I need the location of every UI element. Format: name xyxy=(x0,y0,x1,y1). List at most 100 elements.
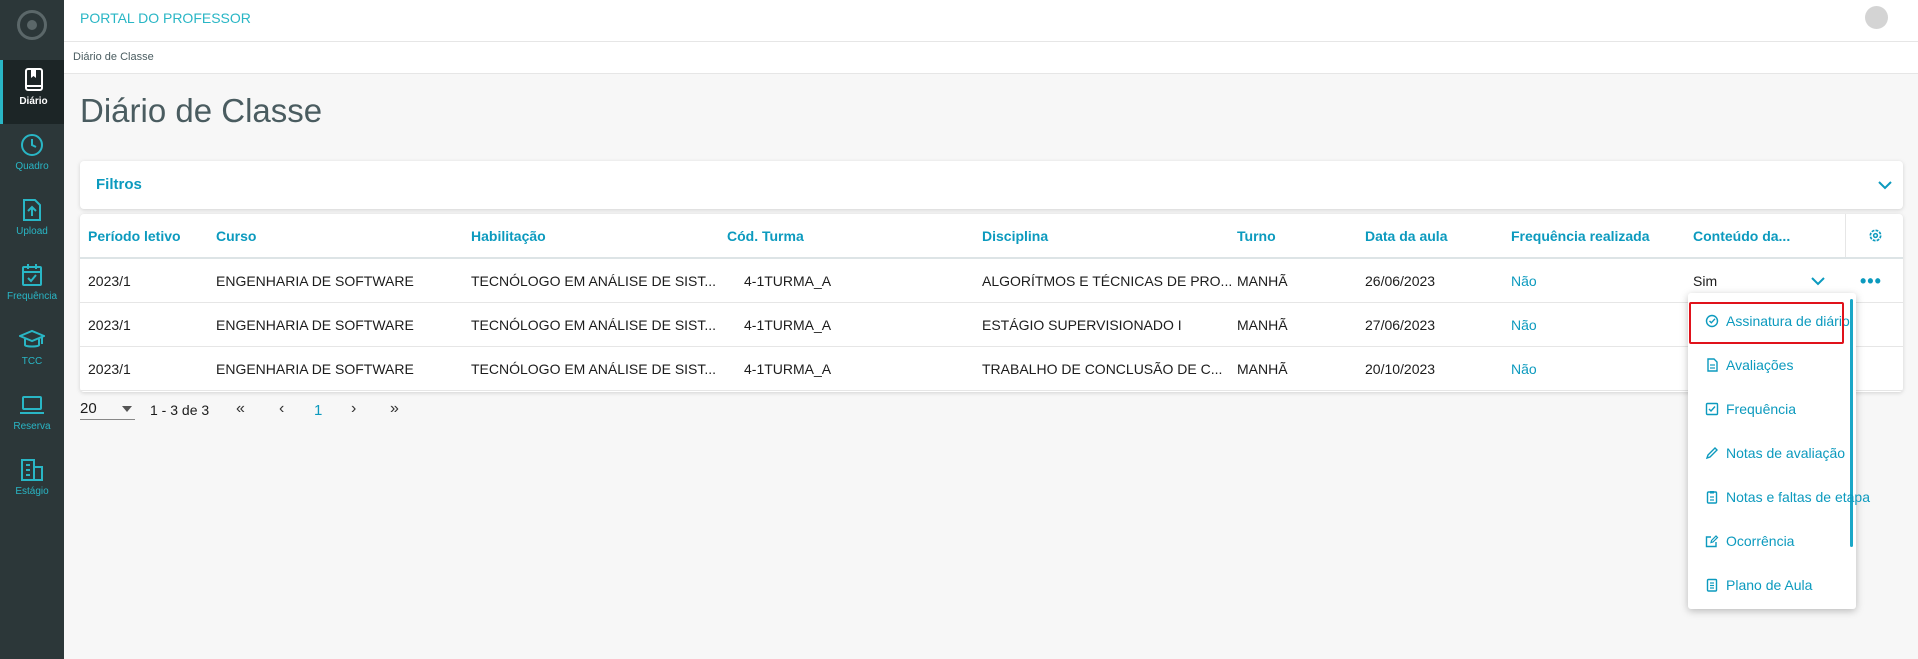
cell-turno: MANHÃ xyxy=(1237,317,1288,333)
laptop-icon xyxy=(20,396,44,414)
menu-item-notas-avaliacao[interactable]: Notas de avaliação xyxy=(1688,432,1856,476)
cell-curso: ENGENHARIA DE SOFTWARE xyxy=(216,273,414,289)
current-page[interactable]: 1 xyxy=(314,402,322,419)
cell-data: 27/06/2023 xyxy=(1365,317,1436,333)
cell-data: 20/10/2023 xyxy=(1365,361,1436,377)
cell-frequencia[interactable]: Não xyxy=(1511,361,1537,377)
cell-turno: MANHÃ xyxy=(1237,361,1288,377)
chevron-down-icon[interactable] xyxy=(1877,177,1893,193)
sidebar-item-label: Reserva xyxy=(13,421,51,432)
sidebar-item-quadro[interactable]: Quadro xyxy=(0,125,64,189)
cell-habilitacao: TECNÓLOGO EM ANÁLISE DE SIST... xyxy=(471,317,717,333)
graduation-cap-icon xyxy=(19,329,45,348)
table-row[interactable]: 2023/1 ENGENHARIA DE SOFTWARE TECNÓLOGO … xyxy=(80,303,1903,347)
menu-item-label: Ocorrência xyxy=(1726,533,1795,549)
sidebar-item-upload[interactable]: Upload xyxy=(0,190,64,254)
cell-turma: 4-1TURMA_A xyxy=(744,361,832,377)
checkbox-icon xyxy=(1705,402,1719,416)
gear-icon xyxy=(1869,229,1882,242)
column-header[interactable]: Curso xyxy=(216,228,256,244)
menu-item-label: Notas e faltas de etapa xyxy=(1726,489,1870,505)
menu-item-label: Notas de avaliação xyxy=(1726,445,1846,461)
book-icon xyxy=(24,68,43,91)
cell-curso: ENGENHARIA DE SOFTWARE xyxy=(216,361,414,377)
building-icon xyxy=(21,459,43,481)
cell-disciplina: ALGORÍTMOS E TÉCNICAS DE PRO... xyxy=(982,273,1233,289)
column-header[interactable]: Conteúdo da... xyxy=(1693,228,1790,244)
column-header[interactable]: Habilitação xyxy=(471,228,546,244)
page-size-select[interactable]: 20 xyxy=(80,400,135,420)
page-range: 1 - 3 de 3 xyxy=(150,402,210,418)
menu-item-label: Avaliações xyxy=(1726,357,1794,373)
caret-down-icon xyxy=(122,406,132,412)
list-icon xyxy=(1706,578,1718,592)
cell-turma: 4-1TURMA_A xyxy=(744,273,832,289)
filters-label: Filtros xyxy=(96,176,142,193)
upload-icon xyxy=(23,199,41,221)
column-header[interactable]: Turno xyxy=(1237,228,1276,244)
calendar-check-icon xyxy=(22,264,42,286)
sidebar-item-estagio[interactable]: Estágio xyxy=(0,450,64,514)
class-diary-table: Período letivo Curso Habilitação Cód. Tu… xyxy=(80,214,1903,392)
cell-habilitacao: TECNÓLOGO EM ANÁLISE DE SIST... xyxy=(471,273,717,289)
cell-periodo: 2023/1 xyxy=(88,317,131,333)
clipboard-icon xyxy=(1706,491,1718,504)
table-settings-button[interactable] xyxy=(1845,214,1903,257)
next-page-button[interactable]: › xyxy=(351,400,356,418)
cell-disciplina: ESTÁGIO SUPERVISIONADO I xyxy=(982,317,1182,333)
table-row[interactable]: 2023/1 ENGENHARIA DE SOFTWARE TECNÓLOGO … xyxy=(80,347,1903,391)
menu-item-frequencia[interactable]: Frequência xyxy=(1688,388,1856,432)
sidebar-item-frequencia[interactable]: Frequência xyxy=(0,255,64,319)
filters-panel[interactable]: Filtros xyxy=(80,161,1903,209)
page-size-value: 20 xyxy=(80,400,97,417)
avatar[interactable] xyxy=(1865,6,1888,29)
cell-frequencia[interactable]: Não xyxy=(1511,273,1537,289)
cell-turma: 4-1TURMA_A xyxy=(744,317,832,333)
sidebar-item-label: Quadro xyxy=(15,161,49,172)
menu-item-label: Frequência xyxy=(1726,401,1797,417)
sidebar-item-label: TCC xyxy=(21,356,43,367)
last-page-button[interactable]: » xyxy=(390,400,399,418)
breadcrumb[interactable]: Diário de Classe xyxy=(73,51,154,63)
cell-turno: MANHÃ xyxy=(1237,273,1288,289)
document-icon xyxy=(1707,358,1718,372)
menu-item-plano-aula[interactable]: Plano de Aula xyxy=(1688,564,1856,608)
column-header[interactable]: Data da aula xyxy=(1365,228,1447,244)
cell-habilitacao: TECNÓLOGO EM ANÁLISE DE SIST... xyxy=(471,361,717,377)
cell-periodo: 2023/1 xyxy=(88,273,131,289)
menu-item-avaliacoes[interactable]: Avaliações xyxy=(1688,344,1856,388)
sidebar-item-label: Frequência xyxy=(6,291,58,302)
page-title: Diário de Classe xyxy=(80,92,323,129)
table-row[interactable]: 2023/1 ENGENHARIA DE SOFTWARE TECNÓLOGO … xyxy=(80,259,1903,303)
sidebar-item-tcc[interactable]: TCC xyxy=(0,320,64,384)
first-page-button[interactable]: « xyxy=(236,400,245,418)
column-header[interactable]: Frequência realizada xyxy=(1511,228,1650,244)
sidebar-item-label: Estágio xyxy=(15,486,49,497)
cell-frequencia[interactable]: Não xyxy=(1511,317,1537,333)
logo-icon[interactable] xyxy=(17,10,47,40)
sidebar-item-label: Diário xyxy=(19,96,48,107)
sidebar: Diário Quadro Upload Frequência TCC Rese… xyxy=(0,0,64,659)
column-header[interactable]: Disciplina xyxy=(982,228,1048,244)
column-header[interactable]: Período letivo xyxy=(88,228,181,244)
cell-disciplina: TRABALHO DE CONCLUSÃO DE C... xyxy=(982,361,1223,377)
pencil-icon xyxy=(1705,447,1718,460)
menu-item-notas-faltas[interactable]: Notas e faltas de etapa xyxy=(1688,476,1870,520)
clock-icon xyxy=(21,134,43,156)
menu-item-label: Plano de Aula xyxy=(1726,577,1813,593)
edit-icon xyxy=(1705,535,1719,548)
app-title: PORTAL DO PROFESSOR xyxy=(80,10,251,26)
sidebar-item-label: Upload xyxy=(16,226,48,237)
table-header: Período letivo Curso Habilitação Cód. Tu… xyxy=(80,214,1903,259)
cell-data: 26/06/2023 xyxy=(1365,273,1436,289)
sidebar-item-reserva[interactable]: Reserva xyxy=(0,385,64,449)
sidebar-item-diario[interactable]: Diário xyxy=(0,60,64,124)
prev-page-button[interactable]: ‹ xyxy=(279,400,284,418)
breadcrumb-bar: Diário de Classe xyxy=(64,42,1918,74)
column-header[interactable]: Cód. Turma xyxy=(727,228,804,244)
more-actions-icon[interactable]: ••• xyxy=(1860,271,1882,292)
menu-item-ocorrencia[interactable]: Ocorrência xyxy=(1688,520,1856,564)
chevron-down-icon[interactable] xyxy=(1810,274,1826,288)
highlight-box xyxy=(1689,302,1844,344)
cell-conteudo: Sim xyxy=(1693,273,1718,289)
